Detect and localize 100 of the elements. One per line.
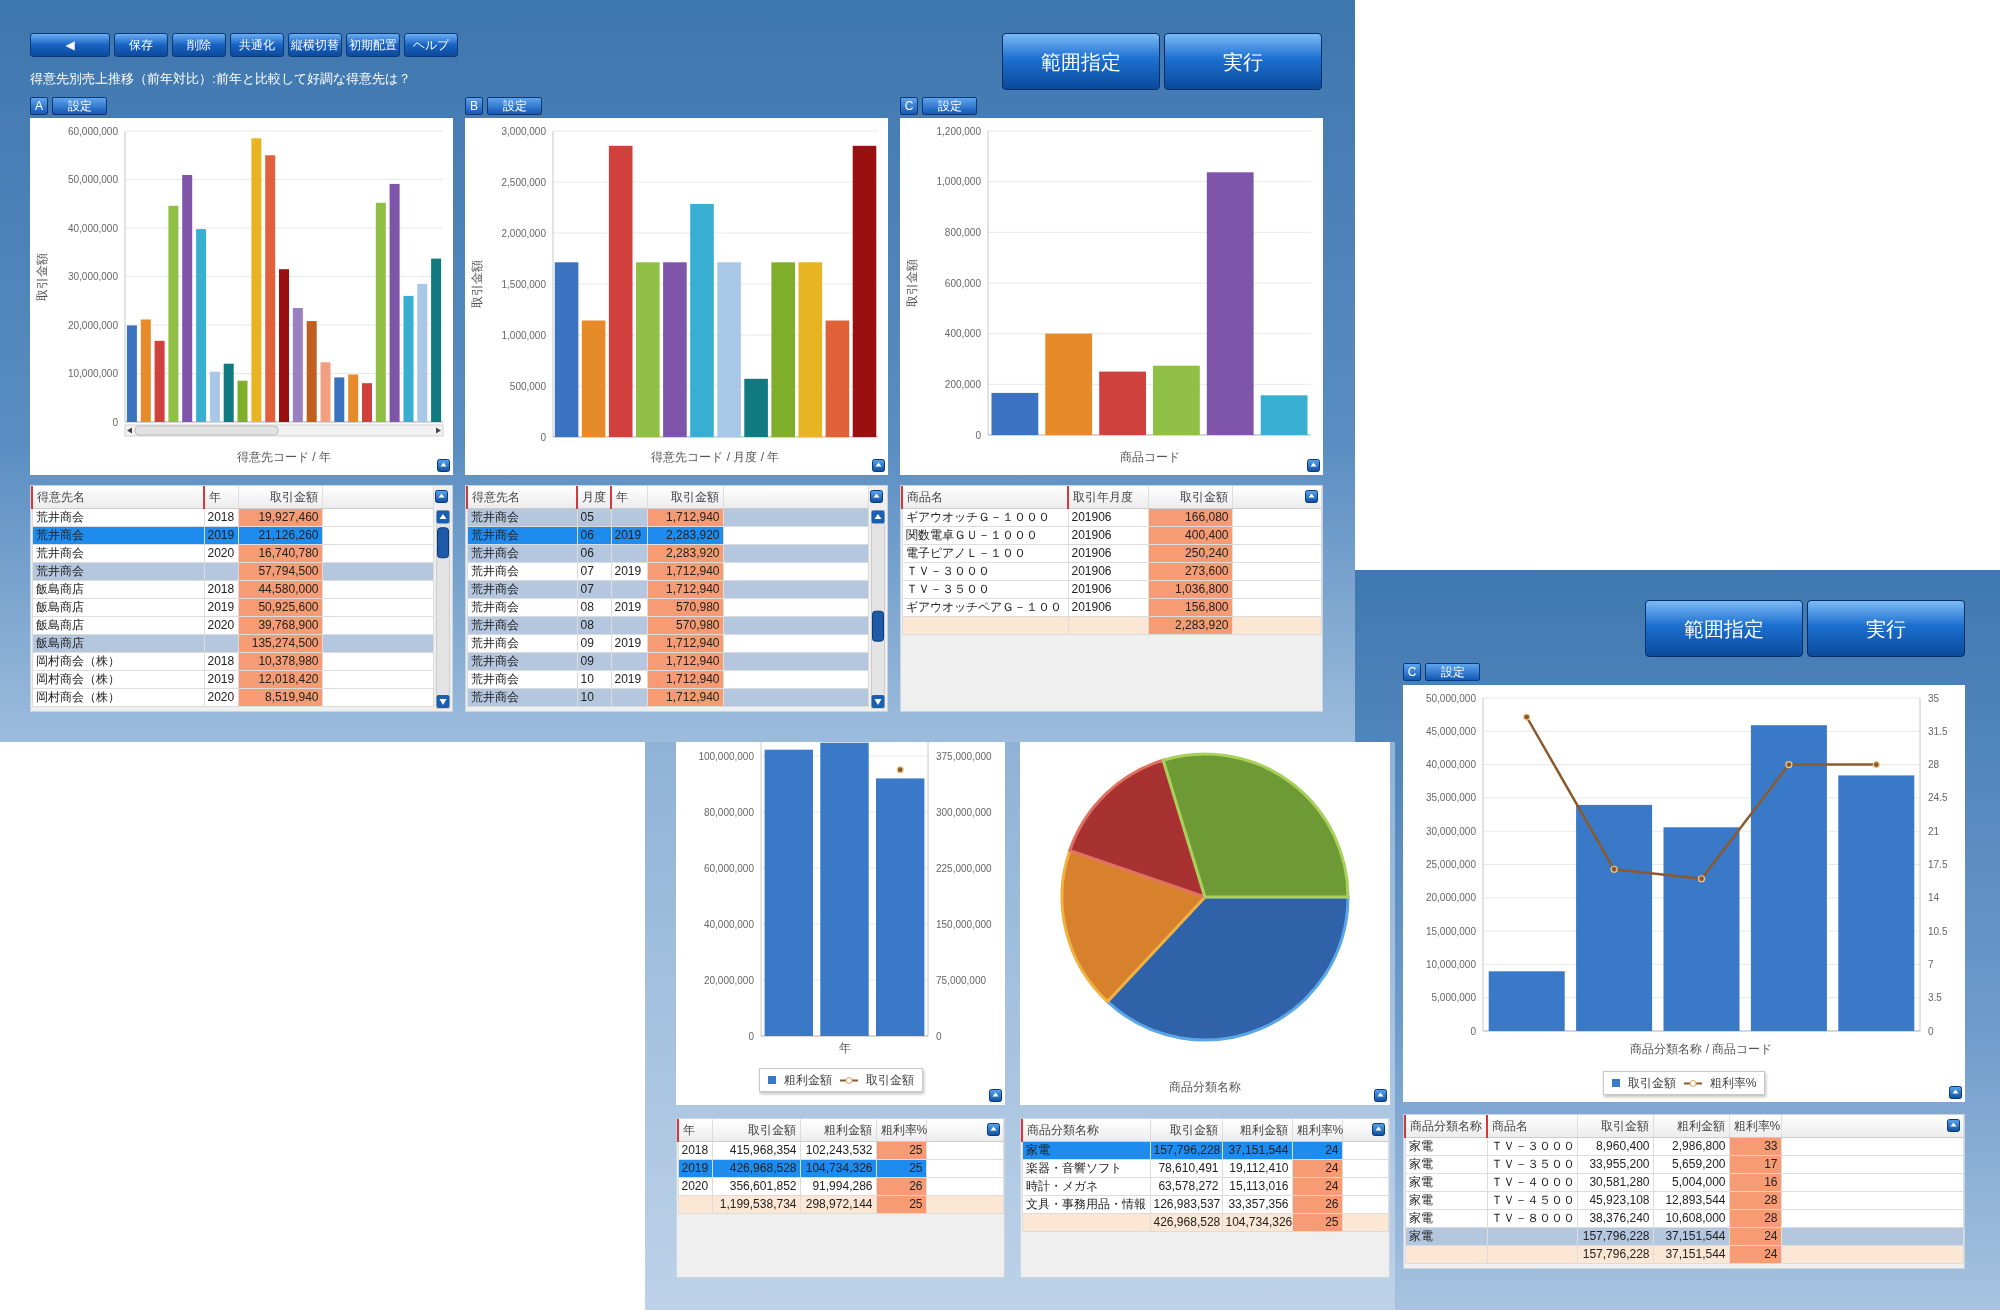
table-row[interactable]: 2019 426,968,528 104,734,326 25 [678, 1159, 1004, 1177]
toolbar-button[interactable]: 保存 [114, 33, 168, 57]
table-row[interactable]: 荒井商会 2018 19,927,460 [32, 508, 434, 526]
toolbar-button[interactable]: ◀ [30, 33, 110, 57]
vertical-scrollbar[interactable] [871, 510, 885, 709]
collapse-button[interactable] [437, 459, 450, 472]
toolbar-button[interactable]: 縦横切替 [288, 33, 342, 57]
column-header[interactable]: 粗利金額 [1222, 1119, 1292, 1141]
toolbar-button[interactable]: 共通化 [230, 33, 284, 57]
column-header[interactable]: 取引金額 [1150, 1119, 1222, 1141]
tab-button[interactable]: C [1403, 663, 1421, 681]
column-header[interactable]: 年 [678, 1119, 712, 1141]
table-row[interactable]: 荒井商会 10 2019 1,712,940 [467, 670, 869, 688]
collapse-button[interactable] [989, 1089, 1002, 1102]
table-row[interactable]: 荒井商会 2019 21,126,260 [32, 526, 434, 544]
table-row[interactable]: 家電 ＴＶ－３５００ 33,955,200 5,659,200 17 [1405, 1155, 1964, 1173]
table-row[interactable]: 荒井商会 09 2019 1,712,940 [467, 634, 869, 652]
table-row[interactable]: 家電 157,796,228 37,151,544 24 [1022, 1141, 1389, 1159]
table-row[interactable]: ギアウオッチＧ－１０００ 201906 166,080 [902, 508, 1322, 526]
table-row[interactable]: 2020 356,601,852 91,994,286 26 [678, 1177, 1004, 1195]
tab-button[interactable]: A [30, 97, 48, 115]
action-button[interactable]: 実行 [1164, 33, 1322, 90]
column-header[interactable]: 年 [204, 486, 238, 508]
settings-button[interactable]: 設定 [52, 97, 107, 115]
column-header[interactable]: 得意先名 [32, 486, 204, 508]
settings-button[interactable]: 設定 [487, 97, 542, 115]
table-row[interactable]: 家電 157,796,228 37,151,544 24 [1405, 1227, 1964, 1245]
collapse-button[interactable] [872, 459, 885, 472]
collapse-button[interactable] [1305, 490, 1318, 503]
table-row[interactable]: 楽器・音響ソフト 78,610,491 19,112,410 24 [1022, 1159, 1389, 1177]
table-row[interactable]: 2018 415,968,354 102,243,532 25 [678, 1141, 1004, 1159]
table-row[interactable]: 荒井商会 07 1,712,940 [467, 580, 869, 598]
column-header[interactable]: 取引金額 [1577, 1115, 1653, 1137]
collapse-button[interactable] [1949, 1086, 1962, 1099]
column-header[interactable]: 粗利金額 [1653, 1115, 1729, 1137]
table-row[interactable]: 飯島商店 2019 50,925,600 [32, 598, 434, 616]
toolbar-button[interactable]: 削除 [172, 33, 226, 57]
table-row[interactable]: 飯島商店 2020 39,768,900 [32, 616, 434, 634]
column-header[interactable]: 商品分類名称 [1022, 1119, 1150, 1141]
table-row[interactable]: 荒井商会 08 570,980 [467, 616, 869, 634]
action-button[interactable]: 実行 [1807, 600, 1965, 657]
table-row[interactable]: 家電 ＴＶ－８０００ 38,376,240 10,608,000 28 [1405, 1209, 1964, 1227]
table-row[interactable]: ギアウオッチペアＧ－１００ 201906 156,800 [902, 598, 1322, 616]
column-header[interactable]: 取引金額 [1148, 486, 1232, 508]
table-row[interactable]: 荒井商会 08 2019 570,980 [467, 598, 869, 616]
column-header[interactable]: 粗利金額 [800, 1119, 876, 1141]
table-row[interactable]: 飯島商店 2018 44,580,000 [32, 580, 434, 598]
table-row[interactable]: 岡村商会（株） 2019 12,018,420 [32, 670, 434, 688]
column-header[interactable]: 取引金額 [712, 1119, 800, 1141]
table-row[interactable]: 荒井商会 05 1,712,940 [467, 508, 869, 526]
column-header[interactable]: 粗利率% [1729, 1115, 1781, 1137]
table-row[interactable]: 家電 ＴＶ－４０００ 30,581,280 5,004,000 16 [1405, 1173, 1964, 1191]
horizontal-scrollbar[interactable] [124, 424, 444, 437]
table-row[interactable]: 荒井商会 10 1,712,940 [467, 688, 869, 706]
toolbar-button[interactable]: ヘルプ [404, 33, 458, 57]
collapse-button[interactable] [1372, 1123, 1385, 1136]
column-header[interactable]: 商品分類名称 [1405, 1115, 1487, 1137]
action-button[interactable]: 範囲指定 [1645, 600, 1803, 657]
table-row[interactable]: 電子ピアノＬ－１００ 201906 250,240 [902, 544, 1322, 562]
column-header[interactable]: 得意先名 [467, 486, 577, 508]
table-row[interactable]: 荒井商会 06 2,283,920 [467, 544, 869, 562]
column-header[interactable]: 年 [611, 486, 647, 508]
table-row[interactable]: 2,283,920 [902, 616, 1322, 634]
table-row[interactable]: 岡村商会（株） 2018 10,378,980 [32, 652, 434, 670]
collapse-button[interactable] [870, 490, 883, 503]
column-header[interactable]: 粗利率% [1292, 1119, 1342, 1141]
column-header[interactable]: 取引年月度 [1068, 486, 1148, 508]
column-header[interactable]: 取引金額 [647, 486, 723, 508]
table-row[interactable]: 157,796,228 37,151,544 24 [1405, 1245, 1964, 1263]
table-row[interactable]: 426,968,528 104,734,326 25 [1022, 1213, 1389, 1231]
table-row[interactable]: 荒井商会 2020 16,740,780 [32, 544, 434, 562]
column-header[interactable]: 粗利率% [876, 1119, 926, 1141]
tab-button[interactable]: B [465, 97, 483, 115]
table-row[interactable]: 関数電卓ＧＵ－１０００ 201906 400,400 [902, 526, 1322, 544]
table-row[interactable]: 家電 ＴＶ－３０００ 8,960,400 2,986,800 33 [1405, 1137, 1964, 1155]
table-row[interactable]: 荒井商会 07 2019 1,712,940 [467, 562, 869, 580]
table-row[interactable]: 荒井商会 06 2019 2,283,920 [467, 526, 869, 544]
table-row[interactable]: 家電 ＴＶ－４５００ 45,923,108 12,893,544 28 [1405, 1191, 1964, 1209]
column-header[interactable]: 商品名 [1487, 1115, 1577, 1137]
table-row[interactable]: 時計・メガネ 63,578,272 15,113,016 24 [1022, 1177, 1389, 1195]
settings-button[interactable]: 設定 [1425, 663, 1480, 681]
column-header[interactable]: 月度 [577, 486, 611, 508]
table-row[interactable]: 荒井商会 09 1,712,940 [467, 652, 869, 670]
toolbar-button[interactable]: 初期配置 [346, 33, 400, 57]
collapse-button[interactable] [987, 1123, 1000, 1136]
vertical-scrollbar[interactable] [436, 510, 450, 709]
action-button[interactable]: 範囲指定 [1002, 33, 1160, 90]
table-row[interactable]: 飯島商店 135,274,500 [32, 634, 434, 652]
collapse-button[interactable] [435, 490, 448, 503]
column-header[interactable]: 商品名 [902, 486, 1068, 508]
table-row[interactable]: ＴＶ－３５００ 201906 1,036,800 [902, 580, 1322, 598]
tab-button[interactable]: C [900, 97, 918, 115]
collapse-button[interactable] [1307, 459, 1320, 472]
table-row[interactable]: 岡村商会（株） 2020 8,519,940 [32, 688, 434, 706]
table-row[interactable]: 文具・事務用品・情報 126,983,537 33,357,356 26 [1022, 1195, 1389, 1213]
table-row[interactable]: 荒井商会 57,794,500 [32, 562, 434, 580]
table-row[interactable]: ＴＶ－３０００ 201906 273,600 [902, 562, 1322, 580]
table-row[interactable]: 1,199,538,734 298,972,144 25 [678, 1195, 1004, 1213]
column-header[interactable]: 取引金額 [238, 486, 322, 508]
settings-button[interactable]: 設定 [922, 97, 977, 115]
